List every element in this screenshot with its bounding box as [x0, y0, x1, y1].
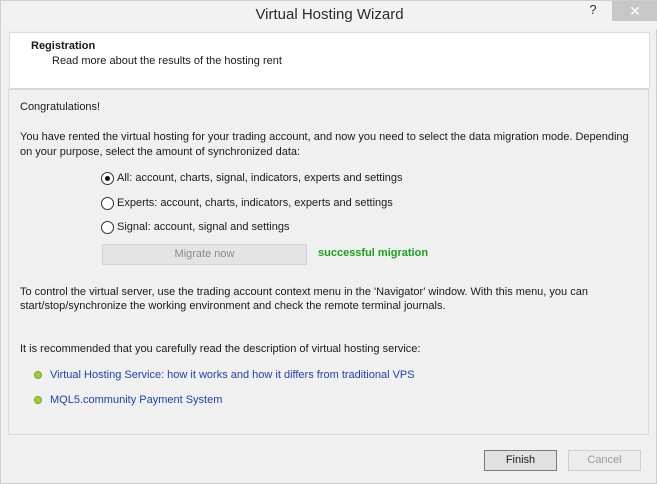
link-item-vhs[interactable]: Virtual Hosting Service: how it works an… [34, 368, 415, 382]
title-bar: Virtual Hosting Wizard ? ✕ [1, 1, 657, 29]
congratulations-text: Congratulations! [20, 101, 101, 113]
radio-experts[interactable] [101, 196, 114, 210]
radio-all[interactable] [101, 171, 114, 185]
intro-text-line1: You have rented the virtual hosting for … [20, 131, 629, 143]
link-virtual-hosting[interactable]: Virtual Hosting Service: how it works an… [50, 369, 415, 381]
recommend-text: It is recommended that you carefully rea… [20, 343, 421, 355]
window-title: Virtual Hosting Wizard [255, 6, 404, 23]
control-text-line2: start/stop/synchronize the working envir… [20, 300, 446, 312]
radio-signal[interactable] [101, 220, 114, 234]
close-icon[interactable]: ✕ [612, 1, 657, 21]
link-payment-system[interactable]: MQL5.community Payment System [50, 394, 222, 406]
header-subtitle: Read more about the results of the hosti… [52, 55, 282, 67]
finish-button[interactable]: Finish [484, 450, 557, 471]
header-title: Registration [31, 40, 96, 52]
cancel-button[interactable]: Cancel [568, 450, 641, 471]
bullet-icon [34, 371, 42, 379]
option-signal[interactable]: Signal: account, signal and settings [101, 219, 289, 235]
option-all-label: All: account, charts, signal, indicators… [117, 172, 403, 184]
migrate-now-button[interactable]: Migrate now [102, 244, 307, 265]
option-all[interactable]: All: account, charts, signal, indicators… [101, 170, 403, 186]
control-text-line1: To control the virtual server, use the t… [20, 286, 588, 298]
option-experts-label: Experts: account, charts, indicators, ex… [117, 197, 393, 209]
option-signal-label: Signal: account, signal and settings [117, 221, 290, 233]
link-item-payment[interactable]: MQL5.community Payment System [34, 393, 222, 407]
wizard-header: Registration Read more about the results… [9, 32, 650, 89]
option-experts[interactable]: Experts: account, charts, indicators, ex… [101, 195, 393, 211]
bullet-icon [34, 396, 42, 404]
help-icon[interactable]: ? [586, 2, 600, 20]
migration-status: successful migration [318, 247, 429, 259]
intro-text-line2: on your purpose, select the amount of sy… [20, 146, 301, 158]
